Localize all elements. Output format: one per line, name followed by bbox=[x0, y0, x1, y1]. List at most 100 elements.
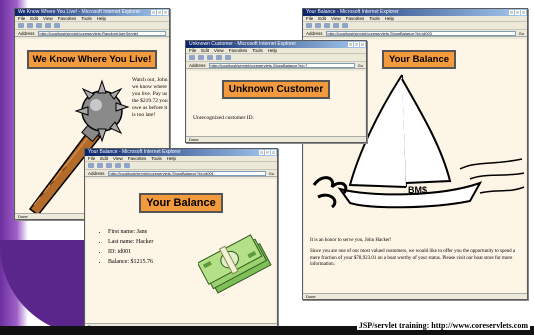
address-bar: Address http://localhost/servlet/coreserv… bbox=[303, 30, 527, 37]
list-item: ID: id001 bbox=[108, 247, 153, 257]
close-button[interactable] bbox=[360, 42, 365, 47]
menu-file[interactable]: File bbox=[18, 16, 25, 21]
refresh-icon[interactable] bbox=[333, 23, 339, 28]
page-content: Unknown Customer Unrecognized customer I… bbox=[187, 71, 365, 136]
page-heading: Unknown Customer bbox=[221, 80, 331, 99]
toolbar bbox=[303, 22, 527, 30]
money-stack-image bbox=[198, 234, 272, 294]
maximize-button[interactable] bbox=[515, 10, 520, 15]
menu-help[interactable]: Help bbox=[97, 16, 106, 21]
minimize-button[interactable] bbox=[509, 10, 514, 15]
menu-edit[interactable]: Edit bbox=[100, 156, 108, 161]
menu-edit[interactable]: Edit bbox=[30, 16, 38, 21]
toolbar bbox=[85, 162, 277, 170]
maximize-button[interactable] bbox=[265, 150, 270, 155]
window-titlebar[interactable]: Unknown Customer - Microsoft Internet Ex… bbox=[186, 41, 366, 48]
error-text: Unrecognized customer ID. bbox=[193, 115, 254, 121]
menu-tools[interactable]: Tools bbox=[252, 48, 263, 53]
go-button[interactable]: Go bbox=[358, 63, 363, 68]
menu-view[interactable]: View bbox=[214, 48, 224, 53]
page-heading: We Know Where You Live! bbox=[26, 50, 158, 69]
go-button[interactable]: Go bbox=[269, 171, 274, 176]
maximize-button[interactable] bbox=[354, 42, 359, 47]
home-icon[interactable] bbox=[54, 23, 60, 28]
offer-text: Since you are one of our most valued cus… bbox=[310, 249, 516, 267]
address-input[interactable]: http://localhost/servlet/coreservlets.Sh… bbox=[325, 30, 516, 36]
menu-view[interactable]: View bbox=[43, 16, 53, 21]
menu-favorites[interactable]: Favorites bbox=[229, 48, 248, 53]
window-titlebar[interactable]: Your Balance - Microsoft Internet Explor… bbox=[303, 9, 527, 16]
home-icon[interactable] bbox=[225, 55, 231, 60]
list-item: Balance: $1215.76 bbox=[108, 257, 153, 267]
minimize-button[interactable] bbox=[259, 150, 264, 155]
stop-icon[interactable] bbox=[324, 23, 330, 28]
threat-text: Watch out, John, we know where you live.… bbox=[132, 77, 168, 118]
stop-icon[interactable] bbox=[106, 163, 112, 168]
window-title: We Know Where You Live! - Microsoft Inte… bbox=[18, 9, 141, 15]
window-title: Your Balance - Microsoft Internet Explor… bbox=[88, 149, 181, 155]
address-bar: Address http://localhost/servlet/coreserv… bbox=[186, 62, 366, 69]
maximize-button[interactable] bbox=[157, 10, 162, 15]
address-bar: Address http://localhost/servlet/coreserv… bbox=[15, 30, 169, 37]
forward-icon[interactable] bbox=[27, 23, 33, 28]
close-button[interactable] bbox=[521, 10, 526, 15]
menu-tools[interactable]: Tools bbox=[369, 16, 380, 21]
svg-text:BM$: BM$ bbox=[408, 185, 427, 195]
menu-help[interactable]: Help bbox=[385, 16, 394, 21]
page-heading: Your Balance bbox=[139, 193, 223, 213]
refresh-icon[interactable] bbox=[216, 55, 222, 60]
forward-icon[interactable] bbox=[97, 163, 103, 168]
menu-file[interactable]: File bbox=[88, 156, 95, 161]
address-input[interactable]: http://localhost/servlet/coreservlets.Ra… bbox=[37, 30, 166, 36]
menu-file[interactable]: File bbox=[189, 48, 196, 53]
greeting-text: It is an honor to serve you, John Hacker… bbox=[310, 238, 392, 243]
menu-view[interactable]: View bbox=[331, 16, 341, 21]
go-button[interactable]: Go bbox=[519, 31, 524, 36]
menu-tools[interactable]: Tools bbox=[151, 156, 162, 161]
window-titlebar[interactable]: Your Balance - Microsoft Internet Explor… bbox=[85, 149, 277, 156]
home-icon[interactable] bbox=[124, 163, 130, 168]
refresh-icon[interactable] bbox=[45, 23, 51, 28]
back-icon[interactable] bbox=[306, 23, 312, 28]
menu-favorites[interactable]: Favorites bbox=[58, 16, 77, 21]
address-label: Address bbox=[306, 30, 323, 36]
list-item: First name: Jane bbox=[108, 227, 153, 237]
window-titlebar[interactable]: We Know Where You Live! - Microsoft Inte… bbox=[15, 9, 169, 16]
menu-view[interactable]: View bbox=[113, 156, 123, 161]
window-title: Your Balance - Microsoft Internet Explor… bbox=[306, 9, 399, 15]
status-bar: Done bbox=[186, 136, 366, 142]
refresh-icon[interactable] bbox=[115, 163, 121, 168]
forward-icon[interactable] bbox=[198, 55, 204, 60]
toolbar bbox=[15, 22, 169, 30]
menu-favorites[interactable]: Favorites bbox=[346, 16, 365, 21]
menu-edit[interactable]: Edit bbox=[318, 16, 326, 21]
menu-help[interactable]: Help bbox=[268, 48, 277, 53]
minimize-button[interactable] bbox=[348, 42, 353, 47]
stop-icon[interactable] bbox=[207, 55, 213, 60]
close-button[interactable] bbox=[163, 10, 168, 15]
address-label: Address bbox=[88, 170, 105, 176]
menu-help[interactable]: Help bbox=[167, 156, 176, 161]
forward-icon[interactable] bbox=[315, 23, 321, 28]
browser-window-unknown: Unknown Customer - Microsoft Internet Ex… bbox=[185, 40, 367, 143]
menu-tools[interactable]: Tools bbox=[81, 16, 92, 21]
credit-text: JSP/servlet training: http://www.coreser… bbox=[356, 321, 530, 330]
back-icon[interactable] bbox=[18, 23, 24, 28]
menu-edit[interactable]: Edit bbox=[201, 48, 209, 53]
address-label: Address bbox=[18, 30, 35, 36]
stop-icon[interactable] bbox=[36, 23, 42, 28]
window-title: Unknown Customer - Microsoft Internet Ex… bbox=[189, 41, 296, 47]
home-icon[interactable] bbox=[342, 23, 348, 28]
page-content: Your Balance First name: Jane Last name:… bbox=[86, 179, 276, 323]
address-input[interactable]: http://localhost/servlet/coreservlets.Sh… bbox=[107, 170, 266, 176]
back-icon[interactable] bbox=[189, 55, 195, 60]
address-label: Address bbox=[189, 62, 206, 68]
menu-favorites[interactable]: Favorites bbox=[128, 156, 147, 161]
list-item: Last name: Hacker bbox=[108, 237, 153, 247]
back-icon[interactable] bbox=[88, 163, 94, 168]
close-button[interactable] bbox=[271, 150, 276, 155]
minimize-button[interactable] bbox=[151, 10, 156, 15]
menu-file[interactable]: File bbox=[306, 16, 313, 21]
address-input[interactable]: http://localhost/servlet/coreservlets.Sh… bbox=[208, 62, 355, 68]
browser-window-balance: Your Balance - Microsoft Internet Explor… bbox=[84, 148, 278, 330]
